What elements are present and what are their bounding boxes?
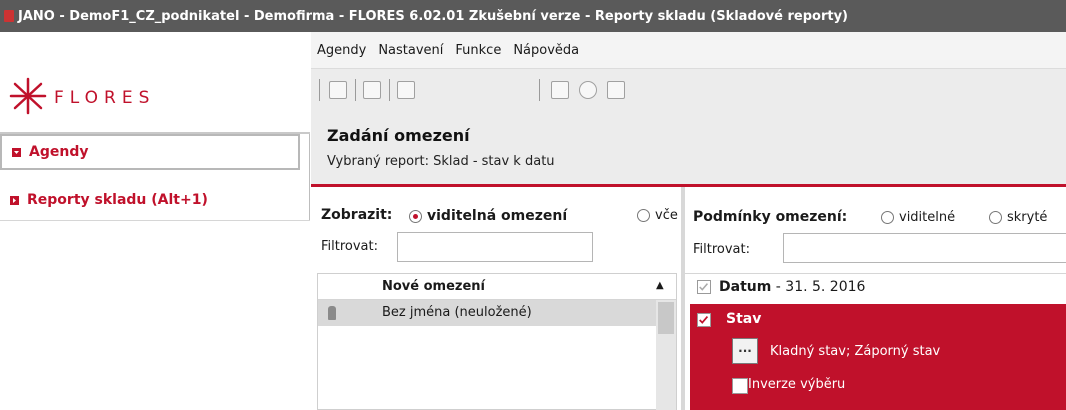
collapse-icon bbox=[10, 195, 19, 205]
app-icon bbox=[4, 10, 14, 22]
option-visible-restrictions[interactable]: viditelná omezení bbox=[409, 208, 567, 224]
option-label: skryté bbox=[1007, 210, 1048, 225]
filter-input[interactable] bbox=[783, 233, 1066, 263]
sidebar-item-label: Reporty skladu (Alt+1) bbox=[27, 192, 208, 208]
page-title: Zadání omezení bbox=[327, 126, 470, 145]
select-values-button[interactable]: ... bbox=[732, 338, 758, 364]
toolbar-separator bbox=[389, 79, 390, 101]
logo-wordmark: FLORES bbox=[54, 89, 155, 105]
stav-label: Stav bbox=[726, 311, 762, 327]
radio-icon bbox=[881, 211, 894, 224]
scrollbar-thumb[interactable] bbox=[658, 302, 674, 334]
inverse-checkbox[interactable] bbox=[732, 378, 748, 394]
menu-nastaveni[interactable]: Nastavení bbox=[378, 43, 443, 58]
menu-agendy[interactable]: Agendy bbox=[317, 43, 366, 58]
option-visible-conditions[interactable]: viditelné bbox=[881, 210, 955, 225]
logo-area: FLORES bbox=[0, 32, 310, 134]
menu-funkce[interactable]: Funkce bbox=[455, 43, 501, 58]
restrictions-grid: Nové omezení ▲ Bez jména (neuložené) bbox=[317, 273, 677, 410]
row-status-icon bbox=[328, 306, 336, 320]
svg-text:FLORES: FLORES bbox=[54, 89, 155, 105]
toolbar-separator bbox=[319, 79, 320, 101]
radio-icon bbox=[637, 209, 650, 222]
toolbar bbox=[311, 68, 1066, 110]
datum-label: Datum bbox=[719, 279, 772, 295]
toolbar-separator bbox=[539, 79, 540, 101]
table-row[interactable]: Bez jména (neuložené) bbox=[318, 300, 676, 326]
question-icon[interactable] bbox=[607, 81, 625, 99]
sidebar: FLORES Agendy Reporty skladu (Alt+1) bbox=[0, 32, 310, 410]
sidebar-item-reporty-skladu[interactable]: Reporty skladu (Alt+1) bbox=[0, 182, 300, 218]
datum-value: - 31. 5. 2016 bbox=[771, 279, 866, 295]
datum-checkbox[interactable] bbox=[697, 280, 711, 294]
window-titlebar: JANO - DemoF1_CZ_podnikatel - Demofirma … bbox=[0, 0, 1066, 32]
filter-label: Filtrovat: bbox=[693, 242, 751, 257]
filter-input[interactable] bbox=[397, 232, 593, 262]
stav-condition[interactable]: Stav ... Kladný stav; Záporný stav Inver… bbox=[690, 304, 1066, 410]
page-header: Zadání omezení Vybraný report: Sklad - s… bbox=[311, 110, 1066, 184]
grid-header[interactable]: Nové omezení ▲ bbox=[318, 274, 676, 300]
omezeni-panel: Zobrazit: viditelná omezení vče Filtrova… bbox=[311, 187, 681, 410]
toolbar-separator bbox=[355, 79, 356, 101]
list-icon[interactable] bbox=[397, 81, 415, 99]
sidebar-item-agendy[interactable]: Agendy bbox=[0, 134, 300, 170]
conditions-panel: Podmínky omezení: viditelné skryté Filtr… bbox=[685, 187, 1066, 410]
conditions-list: Datum - 31. 5. 2016 Stav ... Kladný stav… bbox=[685, 273, 1066, 410]
expand-icon bbox=[12, 147, 21, 157]
page-subtitle: Vybraný report: Sklad - stav k datu bbox=[327, 154, 555, 169]
sidebar-item-label: Agendy bbox=[29, 144, 89, 160]
window-title: JANO - DemoF1_CZ_podnikatel - Demofirma … bbox=[18, 8, 849, 24]
check-icon bbox=[699, 316, 709, 324]
menu-napoveda[interactable]: Nápověda bbox=[513, 43, 579, 58]
close-doc-icon[interactable] bbox=[363, 81, 381, 99]
inverse-label: Inverze výběru bbox=[748, 377, 846, 392]
open-icon[interactable] bbox=[329, 81, 347, 99]
option-label: vče bbox=[655, 208, 678, 223]
menu-bar: Agendy Nastavení Funkce Nápověda bbox=[311, 32, 1066, 68]
datum-condition[interactable]: Datum - 31. 5. 2016 bbox=[719, 279, 865, 295]
flores-logo-icon bbox=[9, 77, 47, 115]
radio-icon bbox=[409, 209, 422, 223]
grid-header-label: Nové omezení bbox=[382, 279, 486, 294]
show-label: Zobrazit: bbox=[321, 207, 393, 223]
check-icon bbox=[699, 283, 709, 291]
info-icon[interactable] bbox=[551, 81, 569, 99]
row-label: Bez jména (neuložené) bbox=[382, 305, 532, 320]
option-hidden-conditions[interactable]: skryté bbox=[989, 210, 1047, 225]
vertical-scrollbar[interactable] bbox=[656, 300, 676, 410]
stav-checkbox[interactable] bbox=[697, 313, 711, 327]
option-label: viditelné bbox=[899, 210, 956, 225]
conditions-label: Podmínky omezení: bbox=[693, 209, 848, 225]
radio-icon bbox=[989, 211, 1002, 224]
stav-value: Kladný stav; Záporný stav bbox=[770, 344, 941, 359]
filter-label: Filtrovat: bbox=[321, 239, 379, 254]
help-icon[interactable] bbox=[579, 81, 597, 99]
sort-up-icon: ▲ bbox=[656, 280, 664, 291]
option-all-restrictions[interactable]: vče bbox=[637, 208, 678, 223]
sidebar-empty-area bbox=[0, 220, 310, 410]
option-label: viditelná omezení bbox=[427, 208, 568, 224]
